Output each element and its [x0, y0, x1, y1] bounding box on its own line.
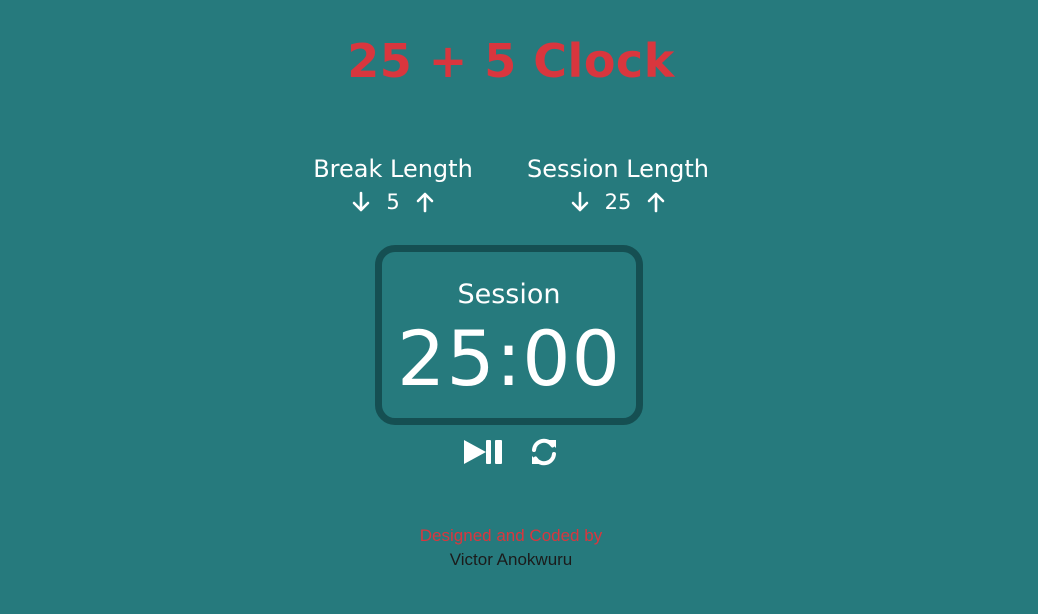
arrow-up-icon: [416, 192, 434, 213]
timer-label: Session: [457, 279, 561, 310]
footer-author: Victor Anokwuru: [449, 550, 573, 569]
session-decrement-button[interactable]: [569, 190, 591, 214]
play-pause-icon: [464, 440, 502, 464]
break-controls: 5: [300, 188, 486, 216]
break-increment-button[interactable]: [414, 190, 436, 214]
break-length-value: 5: [386, 190, 400, 214]
break-length-label: Break Length: [313, 155, 473, 183]
session-length-label: Session Length: [527, 155, 709, 183]
app-title: 25 + 5 Clock: [347, 34, 675, 88]
arrow-down-icon: [352, 191, 370, 212]
session-length-value: 25: [604, 190, 632, 214]
session-controls: 25: [516, 188, 720, 216]
break-length-control: Break Length 5: [300, 152, 486, 216]
reset-button[interactable]: [528, 436, 560, 468]
arrow-up-icon: [648, 192, 665, 213]
break-decrement-button[interactable]: [350, 190, 372, 214]
footer: Designed and Coded by Victor Anokwuru: [0, 524, 1022, 572]
start-stop-button[interactable]: [462, 437, 508, 467]
arrow-down-icon: [571, 191, 588, 212]
player-controls: [0, 436, 1022, 468]
session-increment-button[interactable]: [645, 190, 667, 214]
refresh-icon: [532, 438, 556, 466]
time-left: 25:00: [396, 314, 622, 403]
timer-display: Session 25:00: [375, 245, 643, 425]
session-length-control: Session Length 25: [516, 152, 720, 216]
footer-credit: Designed and Coded by: [419, 526, 603, 545]
